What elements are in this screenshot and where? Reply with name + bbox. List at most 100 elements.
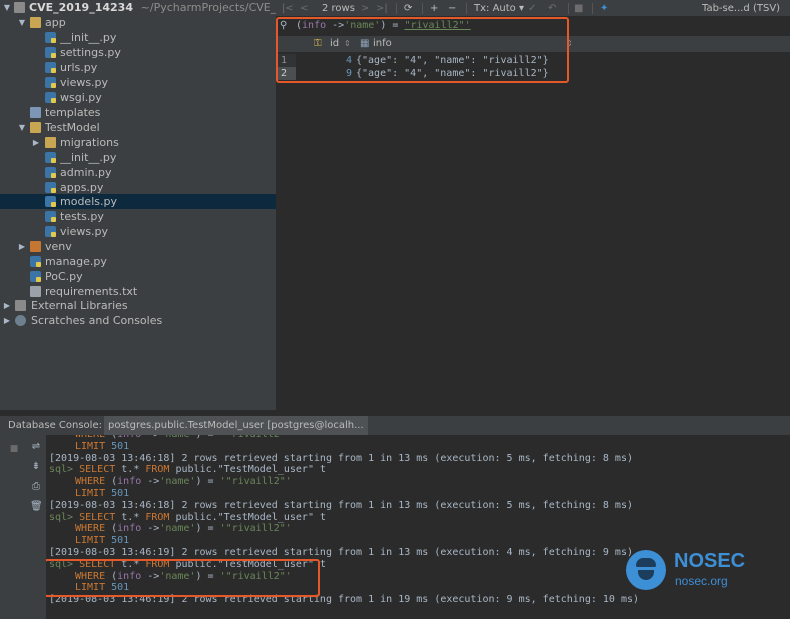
- console-token: 501: [111, 535, 130, 547]
- chevron-right-icon[interactable]: ▶: [31, 135, 41, 150]
- console-token: 'name': [159, 476, 196, 488]
- tree-item-file[interactable]: views.py: [0, 224, 276, 239]
- stop-icon[interactable]: ■: [8, 443, 20, 455]
- console-token: info: [117, 523, 142, 535]
- tree-item-label: app: [45, 16, 66, 29]
- console-token: sql>: [49, 511, 74, 523]
- toolbar-separator: [568, 3, 569, 14]
- tx-mode-label: Tx: Auto: [474, 3, 516, 14]
- console-token: '"rivaill2"': [219, 523, 292, 535]
- next-page-icon[interactable]: >: [361, 1, 369, 16]
- scroll-to-end-icon[interactable]: ⇟: [30, 461, 42, 473]
- print-icon[interactable]: ⎙: [30, 481, 42, 493]
- rollback-icon[interactable]: ↶: [548, 1, 556, 16]
- chevron-right-icon[interactable]: ▶: [2, 298, 12, 313]
- export-format-dropdown[interactable]: Tab-se...d (TSV): [702, 1, 780, 16]
- chevron-down-icon[interactable]: ▼: [17, 15, 27, 30]
- refresh-icon[interactable]: ⟳: [404, 1, 412, 16]
- tree-item-external-libraries[interactable]: ▶ External Libraries: [0, 298, 276, 313]
- previous-page-icon[interactable]: <: [300, 1, 308, 16]
- tree-item-file[interactable]: apps.py: [0, 180, 276, 195]
- chevron-down-icon[interactable]: ▼: [17, 120, 27, 135]
- console-line: sql> SELECT t.* FROM public."TestModel_u…: [49, 464, 326, 476]
- console-session-tab[interactable]: postgres.public.TestModel_user [postgres…: [104, 416, 368, 435]
- delete-icon[interactable]: 🗑: [30, 501, 43, 513]
- tree-item-app[interactable]: ▼ app: [0, 15, 276, 30]
- tree-item-file[interactable]: manage.py: [0, 254, 276, 269]
- toolbar-separator: [592, 3, 593, 14]
- tree-item-file[interactable]: __init__.py: [0, 150, 276, 165]
- sparkle-icon[interactable]: ✦: [600, 1, 608, 16]
- chevron-down-icon[interactable]: ▼: [2, 0, 12, 15]
- chevron-right-icon[interactable]: ▶: [17, 239, 27, 254]
- console-token: [2019-08-03 13:46:18] 2 rows retrieved s…: [49, 452, 633, 464]
- project-tree: ▼ CVE_2019_14234 ~/PycharmProjects/CVE_2…: [0, 0, 276, 410]
- project-root[interactable]: ▼ CVE_2019_14234 ~/PycharmProjects/CVE_2…: [0, 0, 276, 15]
- tree-item-file[interactable]: urls.py: [0, 60, 276, 75]
- console-line: [2019-08-03 13:46:19] 2 rows retrieved s…: [49, 547, 633, 559]
- toolbar-separator: [396, 3, 397, 14]
- tree-item-label: __init__.py: [60, 151, 117, 164]
- tx-mode-dropdown[interactable]: Tx: Auto ▾: [474, 1, 524, 16]
- watermark-name: NOSEC: [674, 550, 746, 572]
- tree-item-file[interactable]: wsgi.py: [0, 90, 276, 105]
- tree-item-migrations[interactable]: ▶ migrations: [0, 135, 276, 150]
- tree-item-file[interactable]: requirements.txt: [0, 284, 276, 299]
- tree-item-label: models.py: [60, 195, 117, 208]
- tree-item-label: templates: [45, 106, 101, 119]
- rows-count[interactable]: 2 rows: [322, 1, 355, 16]
- tree-item-file[interactable]: admin.py: [0, 165, 276, 180]
- console-token: WHERE: [75, 523, 106, 535]
- tree-item-venv[interactable]: ▶ venv: [0, 239, 276, 254]
- project-title: CVE_2019_14234: [29, 1, 133, 14]
- console-token: 'name': [159, 523, 196, 535]
- stop-icon[interactable]: ■: [574, 1, 583, 16]
- delete-row-icon[interactable]: −: [448, 1, 456, 16]
- tree-item-file[interactable]: views.py: [0, 75, 276, 90]
- console-token: SELECT: [79, 464, 116, 476]
- console-token: LIMIT: [75, 535, 106, 547]
- tree-item-label: admin.py: [60, 166, 112, 179]
- console-token: WHERE: [75, 476, 106, 488]
- chevron-right-icon[interactable]: ▶: [2, 313, 12, 328]
- tree-item-label: Scratches and Consoles: [31, 314, 163, 327]
- console-line: LIMIT 501: [75, 488, 129, 500]
- console-token: SELECT: [79, 511, 116, 523]
- python-file-icon: [45, 152, 56, 163]
- first-page-icon[interactable]: |<: [282, 1, 294, 16]
- tree-item-testmodel[interactable]: ▼ TestModel: [0, 120, 276, 135]
- console-token: sql>: [49, 464, 74, 476]
- console-token: LIMIT: [75, 440, 106, 452]
- console-token: t: [320, 464, 327, 476]
- last-page-icon[interactable]: >|: [376, 1, 388, 16]
- watermark-url: nosec.org: [675, 574, 728, 588]
- console-token: '"rivaill2"': [219, 476, 292, 488]
- tree-item-label: wsgi.py: [60, 91, 102, 104]
- tree-item-file-selected[interactable]: models.py: [0, 194, 276, 209]
- commit-icon[interactable]: ✓: [528, 1, 536, 16]
- console-line: [2019-08-03 13:46:18] 2 rows retrieved s…: [49, 453, 633, 465]
- tree-item-file[interactable]: __init__.py: [0, 30, 276, 45]
- toolbar-separator: [422, 3, 423, 14]
- add-row-icon[interactable]: +: [430, 1, 438, 16]
- library-icon: [15, 300, 26, 311]
- tree-item-label: views.py: [60, 76, 109, 89]
- python-file-icon: [45, 32, 56, 43]
- tree-item-label: TestModel: [45, 121, 100, 134]
- console-token: ->: [147, 476, 160, 488]
- tree-item-label: __init__.py: [60, 31, 117, 44]
- toolbar-separator: [466, 3, 467, 14]
- tree-item-scratches[interactable]: ▶ Scratches and Consoles: [0, 313, 276, 328]
- tree-item-templates[interactable]: templates: [0, 105, 276, 120]
- console-tab-bar: Database Console: postgres.public.TestMo…: [0, 416, 790, 435]
- tree-item-file[interactable]: PoC.py: [0, 269, 276, 284]
- highlight-box-console: [46, 559, 320, 597]
- tree-item-file[interactable]: settings.py: [0, 45, 276, 60]
- python-file-icon: [30, 271, 41, 282]
- console-line: sql> SELECT t.* FROM public."TestModel_u…: [49, 512, 326, 524]
- wrap-icon[interactable]: ⇌: [30, 441, 42, 453]
- result-toolbar: |< < 2 rows > >| ⟳ + − Tx: Auto ▾ ✓ ↶ ■ …: [276, 0, 790, 17]
- tree-item-file[interactable]: tests.py: [0, 209, 276, 224]
- console-line: [2019-08-03 13:46:18] 2 rows retrieved s…: [49, 500, 633, 512]
- console-token: =: [208, 435, 214, 440]
